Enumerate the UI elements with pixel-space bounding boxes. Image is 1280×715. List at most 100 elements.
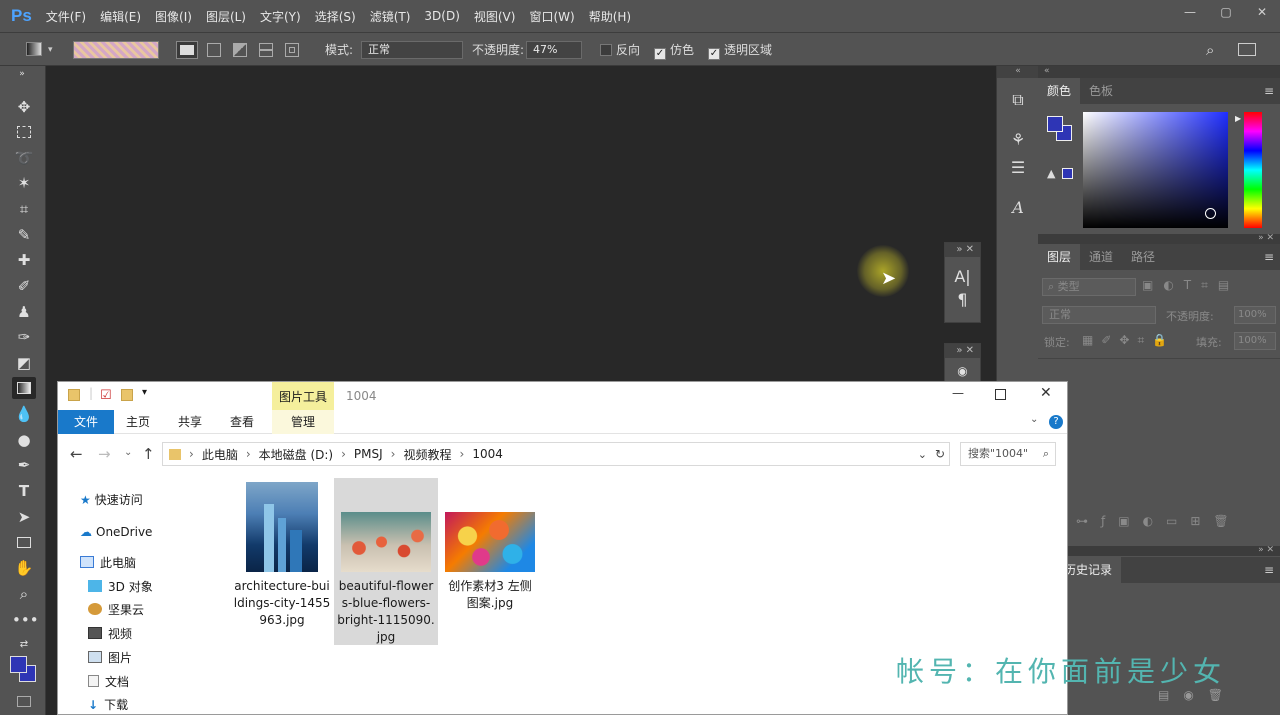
help-icon[interactable]: ? bbox=[1049, 415, 1063, 429]
breadcrumb-local-disk[interactable]: 本地磁盘 (D:) bbox=[259, 446, 333, 463]
tab-swatches[interactable]: 色板 bbox=[1080, 78, 1122, 104]
workspace-icon[interactable] bbox=[1238, 43, 1256, 56]
brush-presets-icon[interactable]: ⚘ bbox=[1006, 128, 1030, 152]
lasso-tool-icon[interactable]: ➰ bbox=[12, 147, 36, 169]
layers-list[interactable] bbox=[1038, 358, 1280, 508]
dither-checkbox[interactable]: ✓ 仿色 bbox=[654, 41, 694, 60]
nav-videos[interactable]: 视频 bbox=[88, 624, 132, 644]
forward-button[interactable]: → bbox=[98, 445, 111, 463]
ribbon-tab-view[interactable]: 查看 bbox=[220, 410, 264, 434]
up-button[interactable]: ↑ bbox=[142, 445, 155, 463]
opacity-field[interactable]: 47% bbox=[526, 41, 582, 59]
dodge-tool-icon[interactable]: ● bbox=[12, 429, 36, 451]
menu-layer[interactable]: 图层(L) bbox=[206, 8, 246, 25]
tab-paths[interactable]: 路径 bbox=[1122, 244, 1164, 270]
nav-jianguoyun[interactable]: 坚果云 bbox=[88, 600, 144, 620]
zoom-tool-icon[interactable]: ⌕ bbox=[12, 583, 36, 605]
menu-view[interactable]: 视图(V) bbox=[474, 8, 516, 25]
foreground-color-swatch[interactable] bbox=[1047, 116, 1063, 132]
foreground-color-swatch[interactable] bbox=[10, 656, 27, 673]
menu-file[interactable]: 文件(F) bbox=[46, 8, 86, 25]
ribbon-tab-manage[interactable]: 管理 bbox=[272, 410, 334, 434]
properties-icon[interactable]: ☰ bbox=[1006, 156, 1030, 180]
breadcrumb-this-pc[interactable]: 此电脑 bbox=[202, 446, 238, 463]
menu-window[interactable]: 窗口(W) bbox=[529, 8, 574, 25]
file-item[interactable]: 创作素材3 左侧 图案.jpg bbox=[438, 512, 542, 612]
lock-icons[interactable]: ▦✐✥⌗🔒 bbox=[1082, 333, 1175, 348]
close-button[interactable]: ✕ bbox=[1244, 0, 1280, 32]
quick-mask-icon[interactable] bbox=[12, 690, 36, 712]
search-icon[interactable]: ⌕ bbox=[1206, 41, 1214, 59]
paragraph-icon[interactable]: ¶ bbox=[945, 290, 980, 309]
swap-colors-icon[interactable]: ⇄ bbox=[12, 634, 36, 656]
ribbon-tab-home[interactable]: 主页 bbox=[116, 410, 160, 434]
tab-history[interactable]: 历史记录 bbox=[1060, 557, 1122, 583]
nav-downloads[interactable]: ↓ 下载 bbox=[88, 695, 128, 715]
panel-menu-icon[interactable]: ≡ bbox=[1264, 563, 1274, 577]
move-tool-icon[interactable]: ✥ bbox=[12, 96, 36, 118]
expand-icon[interactable]: » bbox=[10, 68, 34, 80]
rectangle-tool-icon[interactable] bbox=[12, 531, 36, 553]
explorer-minimize-button[interactable]: — bbox=[952, 386, 964, 400]
nav-this-pc[interactable]: 此电脑 bbox=[80, 553, 136, 573]
radial-gradient-button[interactable] bbox=[207, 43, 221, 57]
tab-channels[interactable]: 通道 bbox=[1080, 244, 1122, 270]
tab-color[interactable]: 颜色 bbox=[1038, 78, 1081, 104]
nav-documents[interactable]: 文档 bbox=[88, 672, 129, 692]
blend-mode-select[interactable]: 正常 bbox=[1042, 306, 1156, 324]
gradient-picker[interactable] bbox=[73, 41, 159, 59]
eraser-icon[interactable]: ◩ bbox=[12, 352, 36, 374]
character-icon[interactable]: A| bbox=[945, 267, 980, 286]
explorer-maximize-button[interactable] bbox=[995, 389, 1006, 400]
hue-slider[interactable] bbox=[1244, 112, 1262, 228]
eyedropper-icon[interactable]: ✎ bbox=[12, 224, 36, 246]
crop-tool-icon[interactable]: ⌗ bbox=[12, 198, 36, 220]
mode-select[interactable]: 正常 bbox=[361, 41, 463, 59]
diamond-gradient-button[interactable] bbox=[285, 43, 299, 57]
expand-icon[interactable]: « bbox=[1038, 66, 1280, 78]
breadcrumb-tutorials[interactable]: 视频教程 bbox=[403, 446, 451, 463]
nav-quick-access[interactable]: ★ 快速访问 bbox=[80, 490, 143, 510]
nav-onedrive[interactable]: ☁ OneDrive bbox=[80, 522, 152, 542]
search-input[interactable]: 搜索"1004" ⌕ bbox=[960, 442, 1056, 466]
file-item[interactable]: architecture-bui ldings-city-1455 963.jp… bbox=[230, 482, 334, 629]
reflected-gradient-button[interactable] bbox=[259, 43, 273, 57]
3d-icon[interactable]: ◉ bbox=[945, 364, 980, 378]
tab-layers[interactable]: 图层 bbox=[1038, 244, 1081, 270]
nav-pictures[interactable]: 图片 bbox=[88, 648, 132, 668]
recent-locations-button[interactable]: ⌄ bbox=[124, 447, 132, 458]
layers-footer-icons[interactable]: ⊶ƒ▣◐▭⊞🗑 bbox=[1076, 514, 1242, 528]
transparency-checkbox[interactable]: ✓ 透明区域 bbox=[708, 41, 772, 60]
more-tools-icon[interactable]: ••• bbox=[12, 609, 39, 631]
marquee-tool-icon[interactable] bbox=[12, 121, 36, 143]
refresh-icon[interactable]: ↻ bbox=[935, 447, 945, 461]
clone-stamp-icon[interactable]: ♟ bbox=[12, 301, 36, 323]
healing-brush-icon[interactable]: ✚ bbox=[12, 249, 36, 271]
color-field[interactable] bbox=[1083, 112, 1228, 228]
breadcrumb-1004[interactable]: 1004 bbox=[472, 447, 503, 461]
type-tool-icon[interactable]: T bbox=[12, 480, 36, 502]
menu-help[interactable]: 帮助(H) bbox=[589, 8, 631, 25]
layer-filter-icons[interactable]: ▣◐T⌗▤ bbox=[1142, 278, 1239, 293]
fill-field[interactable]: 100% bbox=[1234, 332, 1276, 350]
ribbon-tab-file[interactable]: 文件 bbox=[58, 410, 114, 434]
web-safe-color-icon[interactable] bbox=[1062, 168, 1073, 179]
panel-menu-icon[interactable]: ≡ bbox=[1264, 250, 1274, 264]
brush-tool-icon[interactable]: ✐ bbox=[12, 275, 36, 297]
chevron-down-icon[interactable]: ▾ bbox=[48, 41, 53, 59]
glyphs-icon[interactable]: A bbox=[1006, 196, 1030, 220]
gradient-tool-icon[interactable] bbox=[12, 377, 36, 399]
path-selection-icon[interactable]: ➤ bbox=[12, 506, 36, 528]
layer-filter-select[interactable]: ⌕ 类型 bbox=[1042, 278, 1136, 296]
explorer-close-button[interactable]: ✕ bbox=[1040, 385, 1052, 401]
address-dropdown-icon[interactable]: ⌄ bbox=[918, 448, 927, 461]
magic-wand-icon[interactable]: ✶ bbox=[12, 172, 36, 194]
customize-toolbar-icon[interactable]: ▾ bbox=[142, 387, 147, 398]
menu-3d[interactable]: 3D(D) bbox=[424, 9, 459, 23]
menu-filter[interactable]: 滤镜(T) bbox=[370, 8, 411, 25]
nav-3d-objects[interactable]: 3D 对象 bbox=[88, 577, 153, 597]
layer-opacity-field[interactable]: 100% bbox=[1234, 306, 1276, 324]
menu-edit[interactable]: 编辑(E) bbox=[100, 8, 141, 25]
menu-image[interactable]: 图像(I) bbox=[155, 8, 192, 25]
angle-gradient-button[interactable] bbox=[233, 43, 247, 57]
